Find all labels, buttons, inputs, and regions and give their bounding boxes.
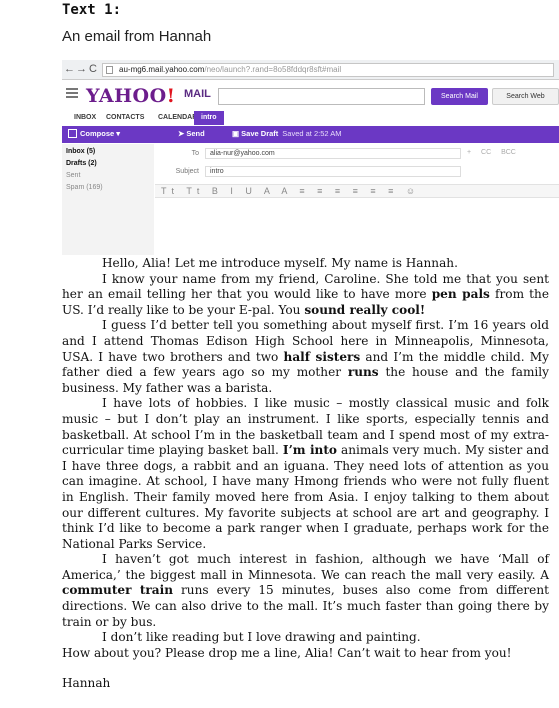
subject-field[interactable]: intro xyxy=(205,166,461,177)
folder-sidebar: Inbox (5) Drafts (2) Sent Spam (169) xyxy=(62,144,154,255)
text-subheading: An email from Hannah xyxy=(62,28,212,45)
menu-icon[interactable] xyxy=(66,88,78,98)
compose-toolbar: Compose ▾ ➤ Send ▣ Save Draft Saved at 2:… xyxy=(62,126,559,143)
folder-drafts[interactable]: Drafts (2) xyxy=(66,160,97,167)
tab-intro[interactable]: intro xyxy=(194,111,224,125)
subject-label: Subject xyxy=(175,168,199,175)
letter-paragraph-5: I haven’t got much interest in fashion, … xyxy=(62,552,549,629)
yahoo-logo[interactable]: YAHOO! xyxy=(86,85,176,107)
term-im-into: I’m into xyxy=(282,443,338,458)
term-pen-pals: pen pals xyxy=(431,287,490,302)
letter-paragraph-1: Hello, Alia! Let me introduce myself. My… xyxy=(102,256,458,270)
compose-label: Compose xyxy=(80,129,115,138)
letter-signature: Hannah xyxy=(62,676,111,691)
compose-panel: To alia-nur@yahoo.com + CC BCC Subject i… xyxy=(155,144,559,255)
folder-spam[interactable]: Spam (169) xyxy=(66,184,103,191)
send-button[interactable]: ➤ Send xyxy=(178,129,205,138)
compose-icon xyxy=(68,129,77,138)
letter-paragraph-3: I guess I’d better tell you something ab… xyxy=(62,318,549,395)
folder-sent[interactable]: Sent xyxy=(66,172,80,179)
save-draft-button[interactable]: ▣ Save Draft Saved at 2:52 AM xyxy=(232,129,342,138)
page-icon xyxy=(106,66,113,74)
mail-tabs: INBOX CONTACTS CALENDAR intro xyxy=(62,111,559,125)
formatting-toolbar[interactable]: Tt Tt B I U A A ≡ ≡ ≡ ≡ ≡ ≡ ☺ xyxy=(155,184,559,198)
term-half-sisters: half sisters xyxy=(283,349,361,364)
letter-paragraph-7: How about you? Please drop me a line, Al… xyxy=(62,645,512,660)
search-mail-button[interactable]: Search Mail xyxy=(431,88,488,105)
term-runs: runs xyxy=(347,365,379,380)
term-commuter-train: commuter train xyxy=(62,583,174,598)
term-sound-really-cool: sound really cool! xyxy=(304,302,426,317)
reload-icon[interactable]: C xyxy=(89,63,97,75)
forward-arrow-icon[interactable]: → xyxy=(76,63,87,75)
tab-contacts[interactable]: CONTACTS xyxy=(106,114,144,121)
compose-button[interactable]: Compose ▾ xyxy=(68,129,120,138)
letter-paragraph-2: I know your name from my friend, Carolin… xyxy=(62,271,549,317)
url-domain: au-mg6.mail.yahoo.com xyxy=(119,65,205,74)
tab-calendar[interactable]: CALENDAR xyxy=(158,114,197,121)
save-draft-label: Save Draft xyxy=(241,129,279,138)
search-web-button[interactable]: Search Web xyxy=(492,88,559,105)
folder-inbox[interactable]: Inbox (5) xyxy=(66,148,95,155)
email-body: Hello, Alia! Let me introduce myself. My… xyxy=(62,256,549,692)
back-arrow-icon[interactable]: ← xyxy=(64,63,75,75)
yahoo-header: YAHOO! MAIL Search Mail Search Web xyxy=(62,80,559,110)
url-path: /neo/launch?.rand=8o58fddqr8sft#mail xyxy=(204,65,342,74)
to-field[interactable]: alia-nur@yahoo.com xyxy=(205,148,461,159)
browser-address-bar: ← → C au-mg6.mail.yahoo.com/neo/launch?.… xyxy=(62,60,559,80)
letter-paragraph-4: I have lots of hobbies. I like music – m… xyxy=(62,396,550,551)
tab-inbox[interactable]: INBOX xyxy=(74,114,96,121)
cc-bcc-links[interactable]: + CC BCC xyxy=(467,149,516,156)
email-screenshot: ← → C au-mg6.mail.yahoo.com/neo/launch?.… xyxy=(62,60,559,255)
search-input[interactable] xyxy=(218,88,425,105)
url-field[interactable]: au-mg6.mail.yahoo.com/neo/launch?.rand=8… xyxy=(102,63,554,77)
text-heading: Text 1: xyxy=(62,2,122,18)
send-label: Send xyxy=(186,129,205,138)
saved-status: Saved at 2:52 AM xyxy=(282,129,342,138)
letter-paragraph-6: I don’t like reading but I love drawing … xyxy=(102,630,421,645)
to-label: To xyxy=(191,150,199,157)
mail-label: MAIL xyxy=(184,88,211,100)
